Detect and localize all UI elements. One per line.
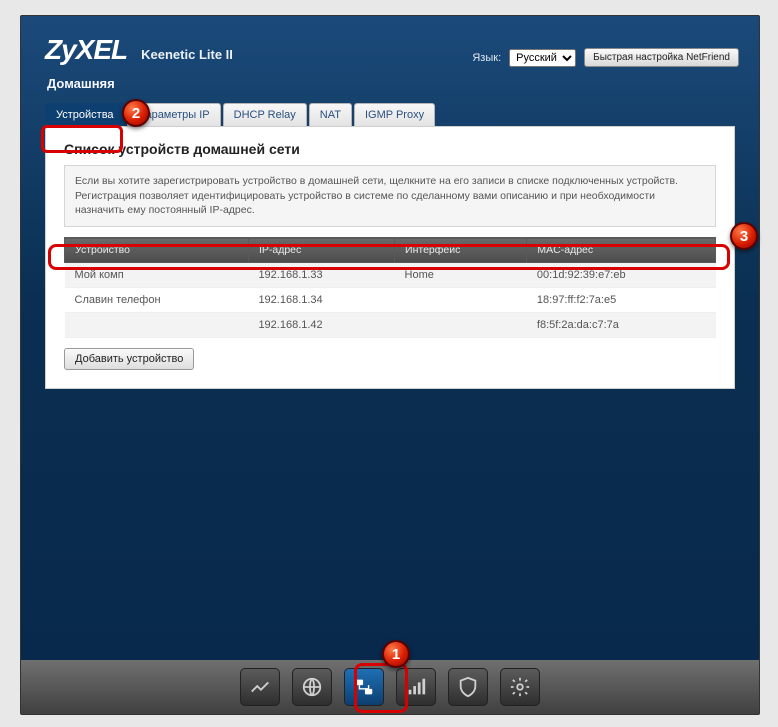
- brand-logo: ZyXEL: [45, 34, 127, 66]
- language-select[interactable]: Русский: [509, 49, 576, 67]
- table-row[interactable]: 192.168.1.42 f8:5f:2a:da:c7:7a: [65, 313, 716, 338]
- badge-3: 3: [730, 222, 758, 250]
- shield-icon[interactable]: [448, 668, 488, 706]
- badge-2: 2: [122, 99, 150, 127]
- tab-devices[interactable]: Устройства: [45, 103, 125, 126]
- model-label: Keenetic Lite II: [141, 47, 233, 62]
- netfriend-button[interactable]: Быстрая настройка NetFriend: [584, 48, 739, 67]
- lang-label: Язык:: [472, 52, 501, 64]
- tab-igmp[interactable]: IGMP Proxy: [354, 103, 435, 126]
- highlight-bottom-icon: [354, 663, 408, 713]
- tab-dhcp-relay[interactable]: DHCP Relay: [223, 103, 307, 126]
- breadcrumb: Домашняя: [47, 76, 735, 91]
- gear-icon[interactable]: [500, 668, 540, 706]
- highlight-tab: [41, 125, 123, 153]
- add-device-button[interactable]: Добавить устройство: [64, 348, 194, 370]
- info-box: Если вы хотите зарегистрировать устройст…: [64, 165, 716, 227]
- highlight-row: [48, 244, 730, 270]
- badge-1: 1: [382, 640, 410, 668]
- monitor-icon[interactable]: [240, 668, 280, 706]
- section-title: Список устройств домашней сети: [64, 141, 716, 157]
- tab-nat[interactable]: NAT: [309, 103, 352, 126]
- globe-icon[interactable]: [292, 668, 332, 706]
- table-row[interactable]: Славин телефон 192.168.1.34 18:97:ff:f2:…: [65, 288, 716, 313]
